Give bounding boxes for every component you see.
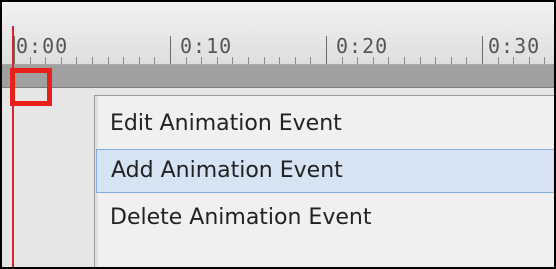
ruler-tick [139,57,140,64]
ruler-tick [76,57,77,64]
ruler-tick [92,57,93,64]
ruler-tick [310,57,311,64]
ruler-tick [154,57,155,64]
ruler-tick [201,57,202,64]
ruler-tick [264,57,265,64]
ruler-tick [14,36,15,64]
ruler-tick [295,57,296,64]
time-label-0-10: 0:10 [180,34,233,58]
ruler-tick [420,57,421,64]
ruler-tick [404,57,405,64]
context-menu: Edit Animation Event Add Animation Event… [94,95,554,267]
ruler-tick [513,57,514,64]
ruler-tick [279,57,280,64]
ruler-tick [388,57,389,64]
ruler-tick [435,57,436,64]
ruler-tick [45,57,46,64]
ruler-tick [357,57,358,64]
annotation-highlight-box [10,68,52,106]
ruler-tick [342,57,343,64]
time-label-0-20: 0:20 [336,34,389,58]
ruler-tick [170,36,171,64]
ruler-tick [529,57,530,64]
ruler-tick [217,57,218,64]
ruler-tick [451,57,452,64]
keyframe-strip[interactable] [2,65,554,88]
ruler-tick [108,57,109,64]
time-label-0-00: 0:00 [16,34,69,58]
ruler-tick [30,57,31,64]
menu-item-add-animation-event[interactable]: Add Animation Event [96,149,554,193]
ruler-tick [373,57,374,64]
ruler-tick [123,57,124,64]
menu-item-edit-animation-event[interactable]: Edit Animation Event [96,102,554,146]
ruler-tick [498,57,499,64]
ruler-tick [326,36,327,64]
menu-item-delete-animation-event[interactable]: Delete Animation Event [96,196,554,240]
timeline-ruler[interactable]: 0:00 0:10 0:20 0:30 [2,2,554,65]
ruler-tick [232,57,233,64]
time-label-0-30: 0:30 [488,34,541,58]
playhead-marker[interactable] [12,26,14,267]
ruler-tick [544,57,545,64]
ruler-tick [186,57,187,64]
ruler-tick [482,36,483,64]
animation-timeline-window: 0:00 0:10 0:20 0:30 Edit Animation Event… [0,0,556,269]
ruler-tick [61,57,62,64]
ruler-tick [248,57,249,64]
ruler-tick [466,57,467,64]
